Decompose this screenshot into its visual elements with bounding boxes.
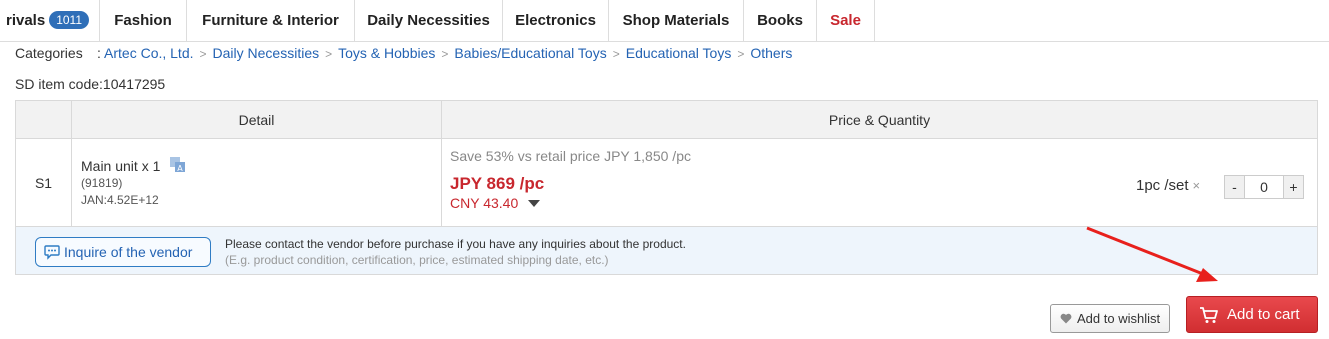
tab-sale[interactable]: Sale [817,0,875,42]
tab-label: Daily Necessities [367,12,490,29]
caret-down-icon[interactable] [528,200,541,207]
tab-shop-materials[interactable]: Shop Materials [609,0,744,42]
tab-label: Shop Materials [622,12,730,29]
tab-label: Furniture & Interior [202,12,339,29]
wishlist-label: Add to wishlist [1077,311,1161,326]
breadcrumb-label: Categories [15,45,83,61]
breadcrumb-link-toys-hobbies[interactable]: Toys & Hobbies [338,45,435,61]
detail-model: (91819) [81,176,123,190]
cart-label: Add to cart [1227,306,1300,323]
inquiry-bar: Inquire of the vendor Please contact the… [16,226,1317,274]
breadcrumb-link-artec[interactable]: Artec Co., Ltd. [104,45,193,61]
breadcrumb-colon: : [97,45,101,61]
breadcrumb-separator: > [737,47,745,61]
inquire-vendor-label: Inquire of the vendor [64,244,193,260]
breadcrumb-link-others[interactable]: Others [750,45,792,61]
add-to-cart-button[interactable]: Add to cart [1186,296,1318,333]
translate-icon[interactable]: A [170,157,186,173]
breadcrumb-separator: > [325,47,333,61]
tab-label: rivals [5,12,46,29]
breadcrumb-link-babies-educational-toys[interactable]: Babies/Educational Toys [454,45,606,61]
tab-electronics[interactable]: Electronics [503,0,609,42]
breadcrumb: Categories: Artec Co., Ltd. > Daily Necess… [15,43,792,63]
chat-bubble-icon [44,245,60,260]
tab-daily-necessities[interactable]: Daily Necessities [355,0,503,42]
breadcrumb-link-daily-necessities[interactable]: Daily Necessities [213,45,320,61]
inquiry-text: Please contact the vendor before purchas… [225,237,686,251]
tab-label: Books [757,12,803,29]
add-to-wishlist-button[interactable]: Add to wishlist [1050,304,1170,333]
unit-text: 1pc /set [1136,177,1189,194]
sku-code: S1 [34,175,53,191]
detail-main: Main unit x 1 [81,158,161,174]
svg-text:A: A [178,164,184,173]
quantity-decrease-button[interactable]: - [1225,176,1245,198]
price-jpy: JPY 869 /pc [450,174,545,193]
header-detail: Detail [238,112,275,128]
top-navigation: rivals 1011 Fashion Furniture & Interior … [0,0,1329,42]
cart-icon [1200,307,1218,323]
table-row: S1 Main unit x 1 A (91819) JAN:4.52E+12 … [16,140,1317,226]
tab-fashion[interactable]: Fashion [100,0,187,42]
inquiry-note: (E.g. product condition, certification, … [225,253,609,267]
unit-label: 1pc /set × [1136,177,1200,194]
savings-text: Save 53% vs retail price JPY 1,850 /pc [450,148,691,164]
tab-new-arrivals[interactable]: rivals 1011 [0,0,100,42]
detail-jan: JAN:4.52E+12 [81,193,159,207]
inquire-vendor-button[interactable]: Inquire of the vendor [35,237,211,267]
tab-label: Electronics [515,12,596,29]
product-table: Detail Price & Quantity S1 Main unit x 1… [15,100,1318,275]
breadcrumb-separator: > [199,47,207,61]
quantity-increase-button[interactable]: + [1283,176,1303,198]
quantity-stepper: - 0 + [1224,175,1304,199]
item-detail: Main unit x 1 A (91819) JAN:4.52E+12 [81,157,186,209]
breadcrumb-separator: > [441,47,449,61]
tab-label: Sale [830,12,861,29]
quantity-input[interactable]: 0 [1245,176,1283,198]
price-cny-value: CNY 43.40 [450,195,519,211]
table-header: Detail Price & Quantity [16,101,1317,139]
multiply-sign: × [1192,178,1201,193]
new-arrivals-count-badge: 1011 [49,11,89,29]
tab-books[interactable]: Books [744,0,817,42]
item-code: SD item code:10417295 [15,76,166,92]
price-cny[interactable]: CNY 43.40 [450,195,541,211]
breadcrumb-separator: > [612,47,620,61]
tab-label: Fashion [114,12,172,29]
breadcrumb-link-educational-toys[interactable]: Educational Toys [626,45,732,61]
inquiry-message: Please contact the vendor before purchas… [225,236,686,268]
heart-icon [1060,313,1072,324]
tab-furniture-interior[interactable]: Furniture & Interior [187,0,355,42]
header-price-quantity: Price & Quantity [828,112,931,128]
